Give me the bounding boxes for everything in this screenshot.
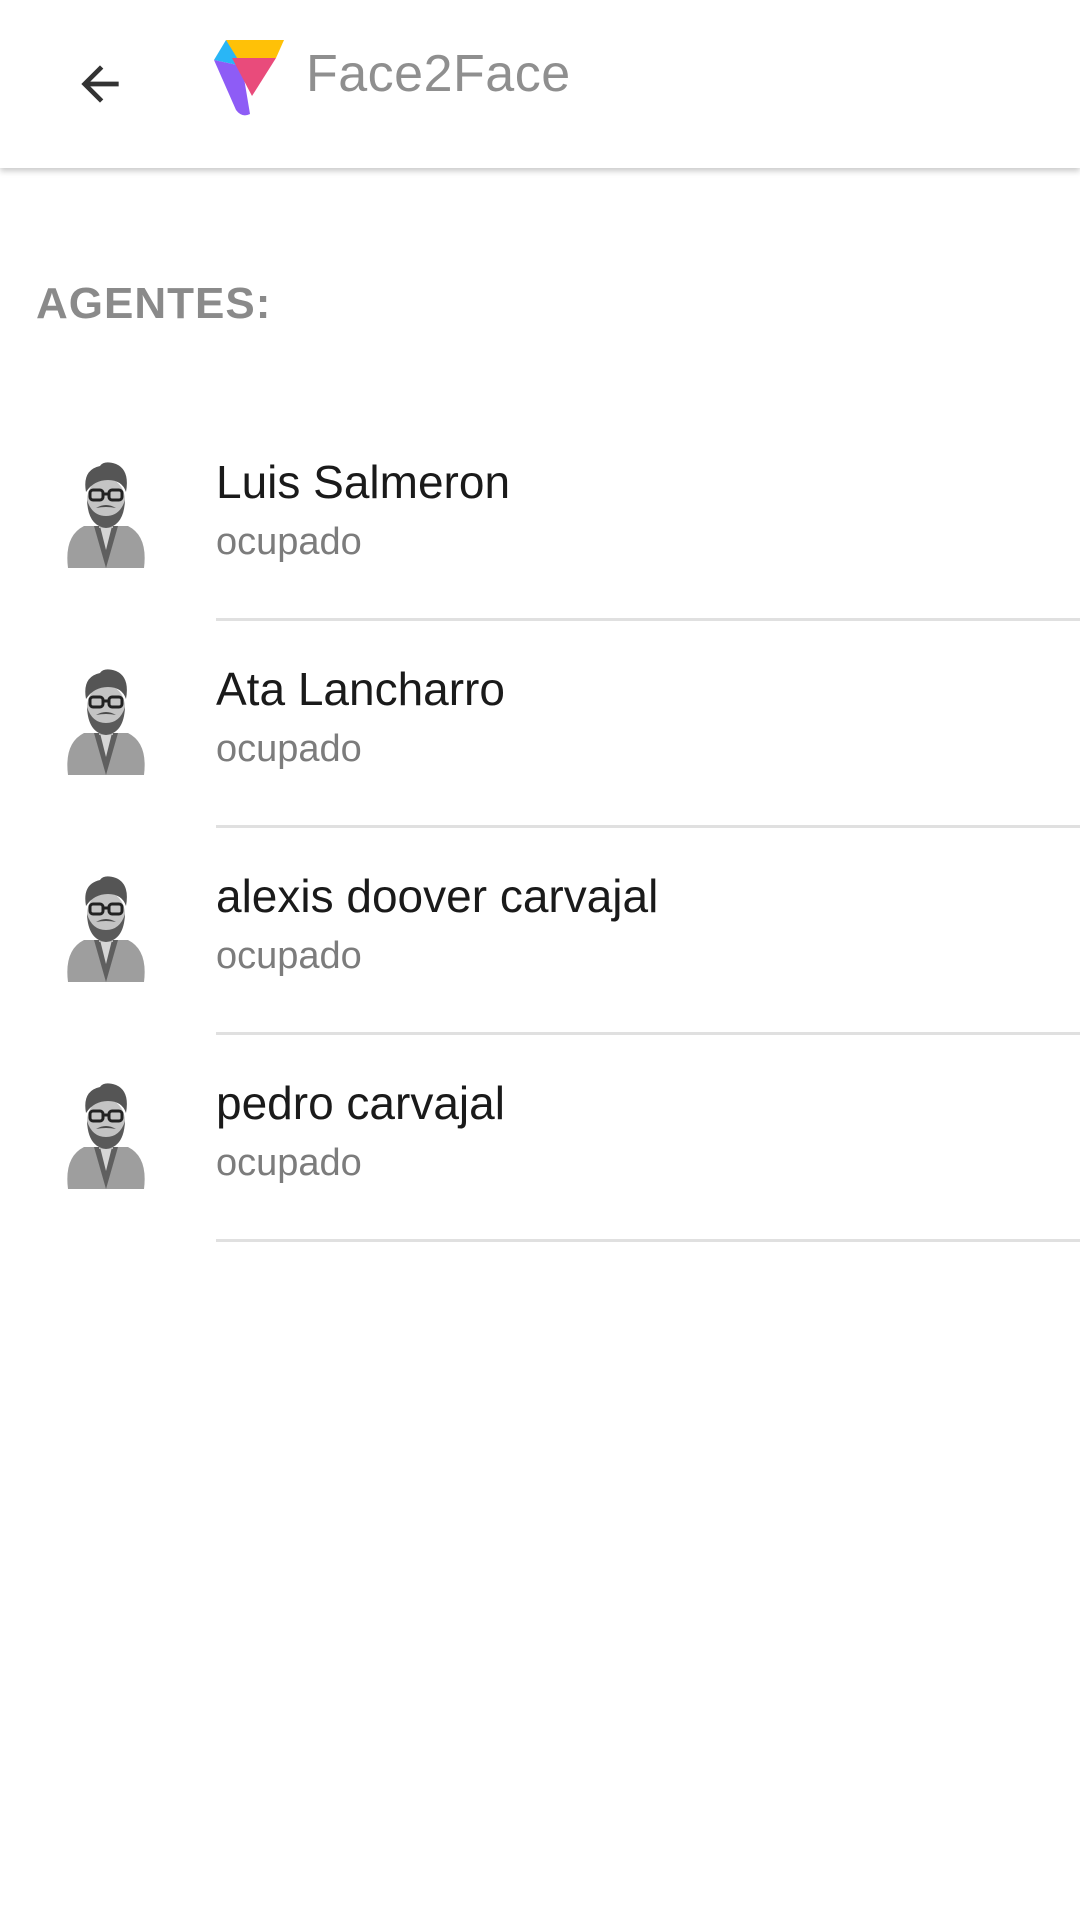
app-bar: Face2Face	[0, 0, 1080, 168]
arrow-left-icon	[81, 65, 119, 103]
agent-name: alexis doover carvajal	[216, 870, 659, 922]
agent-name: Luis Salmeron	[216, 456, 511, 508]
list-item[interactable]: Luis Salmeron ocupado	[0, 414, 1080, 621]
agent-status: ocupado	[216, 935, 362, 977]
agent-list: Luis Salmeron ocupado Ata Lancharro ocup…	[0, 414, 1080, 1242]
divider	[216, 1239, 1080, 1242]
agent-status: ocupado	[216, 1142, 362, 1184]
agent-name: Ata Lancharro	[216, 663, 505, 715]
agent-avatar-icon	[64, 874, 148, 982]
list-item[interactable]: pedro carvajal ocupado	[0, 1035, 1080, 1242]
list-item[interactable]: alexis doover carvajal ocupado	[0, 828, 1080, 1035]
agent-status: ocupado	[216, 521, 362, 563]
section-header: AGENTES:	[36, 279, 272, 328]
agent-avatar-icon	[64, 1081, 148, 1189]
app-title: Face2Face	[306, 45, 571, 103]
agent-status: ocupado	[216, 728, 362, 770]
list-item[interactable]: Ata Lancharro ocupado	[0, 621, 1080, 828]
back-button[interactable]	[52, 36, 148, 132]
agent-avatar-icon	[64, 667, 148, 775]
agent-name: pedro carvajal	[216, 1077, 505, 1129]
agent-avatar-icon	[64, 460, 148, 568]
face2face-logo-icon	[214, 40, 284, 116]
